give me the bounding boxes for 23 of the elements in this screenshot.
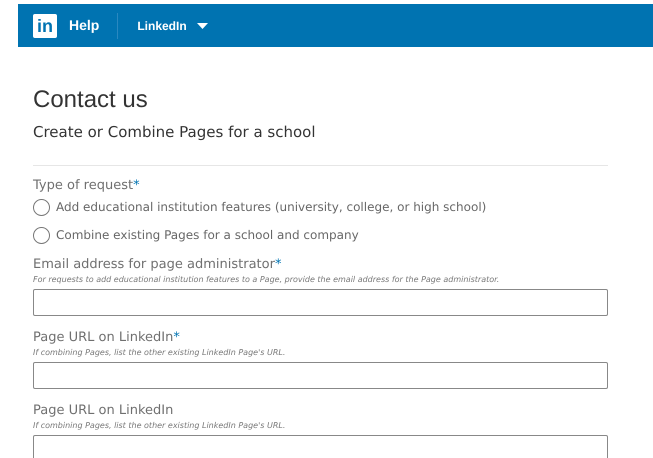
radio-button[interactable] xyxy=(33,198,50,216)
caret-icon xyxy=(196,22,208,28)
field-label: Email address for page administrator xyxy=(33,257,275,273)
radio-label: Add educational institution features (university, college, or high school) xyxy=(56,199,486,216)
input-field[interactable] xyxy=(33,435,608,458)
required-mark: * xyxy=(133,178,140,194)
field-label: Page URL on LinkedIn xyxy=(33,403,174,419)
input-field[interactable] xyxy=(33,289,608,316)
input-field[interactable] xyxy=(33,362,608,389)
field-hint: If combining Pages, list the other existing LinkedIn Page's URL. xyxy=(33,347,286,358)
radio-label: Combine existing Pages for a school and company xyxy=(56,227,359,244)
field-label: Page URL on LinkedIn xyxy=(33,330,174,346)
radio-button[interactable] xyxy=(33,226,50,244)
field-label: Type of request xyxy=(33,178,134,194)
page-subtitle: Create or Combine Pages for a school xyxy=(33,122,317,142)
required-mark: * xyxy=(274,257,282,273)
required-mark: * xyxy=(173,330,180,346)
logo[interactable]: in xyxy=(33,14,57,38)
header-title: Help xyxy=(69,16,100,35)
field-hint: If combining Pages, list the other existing LinkedIn Page's URL. xyxy=(33,420,286,431)
page-title: Contact us xyxy=(33,85,149,115)
field-hint: For requests to add educational institution features to a Page, provide the email address for the Page administrator. xyxy=(33,274,500,285)
product-menu-button[interactable]: LinkedIn xyxy=(137,16,208,34)
